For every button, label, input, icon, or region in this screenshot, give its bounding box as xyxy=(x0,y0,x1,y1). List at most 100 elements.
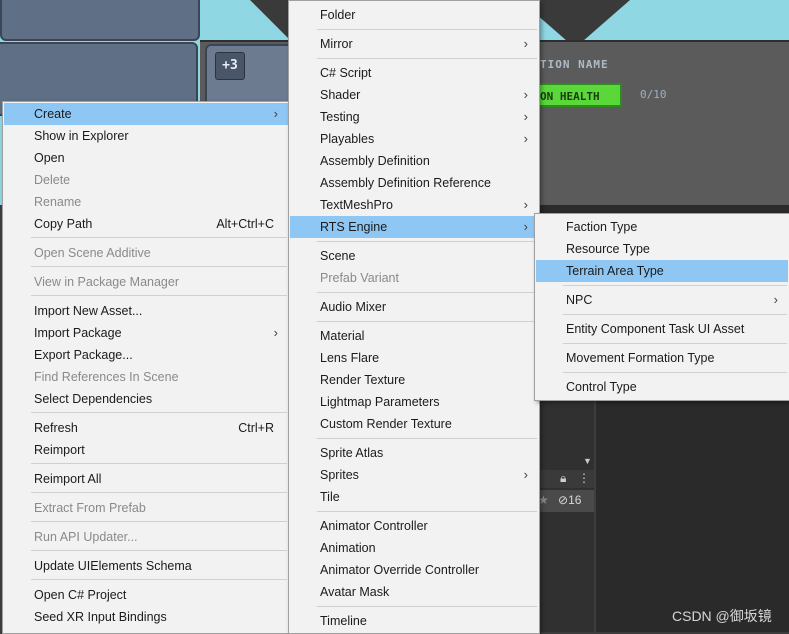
menu-separator xyxy=(31,521,287,522)
menu-item-run-api-updater: Run API Updater... xyxy=(34,530,138,544)
menu-item-refresh[interactable]: Refresh Ctrl+R xyxy=(4,417,288,439)
menu-item-textmeshpro[interactable]: TextMeshPro › xyxy=(290,194,538,216)
menu-item-control-type[interactable]: Control Type xyxy=(536,376,788,398)
chevron-right-icon: › xyxy=(523,36,528,51)
faction-name-label: TION NAME xyxy=(540,58,609,71)
menu-separator xyxy=(31,295,287,296)
context-menu: Create › Show in Explorer Open Delete Ren… xyxy=(2,101,290,634)
editor-panel xyxy=(596,398,789,632)
menu-item-terrain-area-type[interactable]: Terrain Area Type xyxy=(536,260,788,282)
menu-item-mirror[interactable]: Mirror › xyxy=(290,33,538,55)
menu-item-assembly-definition[interactable]: Assembly Definition xyxy=(290,150,538,172)
menu-item-animator-override-controller[interactable]: Animator Override Controller xyxy=(290,559,538,581)
menu-item-assembly-definition-reference[interactable]: Assembly Definition Reference xyxy=(290,172,538,194)
health-bar: ON HEALTH xyxy=(538,83,622,107)
menu-item-prefab-variant: Prefab Variant xyxy=(320,271,399,285)
menu-item-shader[interactable]: Shader › xyxy=(290,84,538,106)
menu-item-tile[interactable]: Tile xyxy=(290,486,538,508)
menu-item-material[interactable]: Material xyxy=(290,325,538,347)
menu-item-lens-flare[interactable]: Lens Flare xyxy=(290,347,538,369)
lock-icon[interactable]: 🔒︎ xyxy=(560,471,566,486)
menu-item-faction-type[interactable]: Faction Type xyxy=(536,216,788,238)
hidden-eye-icon[interactable]: ⊘16 xyxy=(558,493,581,507)
menu-item-reimport[interactable]: Reimport xyxy=(4,439,288,461)
menu-separator xyxy=(317,241,537,242)
chevron-right-icon: › xyxy=(523,197,528,212)
menu-item-audio-mixer[interactable]: Audio Mixer xyxy=(290,296,538,318)
menu-item-reimport-all[interactable]: Reimport All xyxy=(4,468,288,490)
menu-item-timeline[interactable]: Timeline xyxy=(290,610,538,632)
menu-item-copy-path[interactable]: Copy Path Alt+Ctrl+C xyxy=(4,213,288,235)
scroll-down-icon[interactable]: ▼ xyxy=(583,456,592,466)
hidden-count: 16 xyxy=(568,493,582,507)
shortcut-label: Alt+Ctrl+C xyxy=(216,217,274,231)
menu-item-open-scene-additive: Open Scene Additive xyxy=(34,246,151,260)
menu-item-extract-from-prefab: Extract From Prefab xyxy=(34,501,146,515)
panel-header: 🔒︎ ⋮ xyxy=(538,470,594,488)
menu-item-csharp-script[interactable]: C# Script xyxy=(290,62,538,84)
menu-item-resource-type[interactable]: Resource Type xyxy=(536,238,788,260)
menu-item-view-in-package-manager: View in Package Manager xyxy=(34,275,179,289)
menu-item-rts-engine[interactable]: RTS Engine › xyxy=(290,216,538,238)
menu-item-select-dependencies[interactable]: Select Dependencies xyxy=(4,388,288,410)
menu-item-update-uielements-schema[interactable]: Update UIElements Schema xyxy=(4,555,288,577)
menu-separator xyxy=(563,372,787,373)
shortcut-label: Ctrl+R xyxy=(238,421,274,435)
menu-separator xyxy=(31,579,287,580)
menu-separator xyxy=(31,550,287,551)
create-submenu: Folder Mirror › C# Script Shader › Testing… xyxy=(288,0,540,634)
menu-item-npc[interactable]: NPC › xyxy=(536,289,788,311)
menu-separator xyxy=(31,492,287,493)
menu-separator xyxy=(317,511,537,512)
ui-tile xyxy=(0,0,200,41)
menu-separator xyxy=(563,285,787,286)
menu-separator xyxy=(31,463,287,464)
chevron-right-icon: › xyxy=(523,109,528,124)
chevron-right-icon: › xyxy=(773,292,778,307)
menu-separator xyxy=(31,412,287,413)
more-options-icon[interactable]: ⋮ xyxy=(578,471,590,485)
health-count: 0/10 xyxy=(640,88,667,101)
menu-separator xyxy=(317,292,537,293)
menu-item-seed-xr-input-bindings[interactable]: Seed XR Input Bindings xyxy=(4,606,288,628)
menu-item-animation[interactable]: Animation xyxy=(290,537,538,559)
rts-engine-submenu: Faction Type Resource Type Terrain Area … xyxy=(534,213,789,401)
menu-item-scene[interactable]: Scene xyxy=(290,245,538,267)
menu-item-import-package[interactable]: Import Package › xyxy=(4,322,288,344)
menu-item-open-csharp-project[interactable]: Open C# Project xyxy=(4,584,288,606)
menu-separator xyxy=(31,266,287,267)
menu-item-sprite-atlas[interactable]: Sprite Atlas xyxy=(290,442,538,464)
menu-item-create[interactable]: Create › xyxy=(4,103,288,125)
menu-item-custom-render-texture[interactable]: Custom Render Texture xyxy=(290,413,538,435)
watermark: CSDN @御坂镜 xyxy=(672,608,772,624)
chevron-right-icon: › xyxy=(273,106,278,121)
menu-item-playables[interactable]: Playables › xyxy=(290,128,538,150)
menu-item-animator-controller[interactable]: Animator Controller xyxy=(290,515,538,537)
chevron-right-icon: › xyxy=(523,219,528,234)
menu-separator xyxy=(563,314,787,315)
menu-separator xyxy=(317,58,537,59)
menu-item-show-in-explorer[interactable]: Show in Explorer xyxy=(4,125,288,147)
panel-toolbar: ★ ⊘16 xyxy=(538,490,594,512)
menu-item-entity-component-task-ui-asset[interactable]: Entity Component Task UI Asset xyxy=(536,318,788,340)
chevron-right-icon: › xyxy=(273,325,278,340)
menu-item-export-package[interactable]: Export Package... xyxy=(4,344,288,366)
menu-separator xyxy=(31,237,287,238)
editor-panel xyxy=(538,398,594,632)
menu-separator xyxy=(317,606,537,607)
chevron-right-icon: › xyxy=(523,131,528,146)
menu-item-open[interactable]: Open xyxy=(4,147,288,169)
menu-item-avatar-mask[interactable]: Avatar Mask xyxy=(290,581,538,603)
menu-item-lightmap-parameters[interactable]: Lightmap Parameters xyxy=(290,391,538,413)
menu-item-rename: Rename xyxy=(34,195,82,209)
menu-item-sprites[interactable]: Sprites › xyxy=(290,464,538,486)
menu-item-delete: Delete xyxy=(34,173,71,187)
menu-item-render-texture[interactable]: Render Texture xyxy=(290,369,538,391)
menu-separator xyxy=(317,29,537,30)
menu-item-import-new-asset[interactable]: Import New Asset... xyxy=(4,300,288,322)
chevron-right-icon: › xyxy=(523,467,528,482)
menu-item-folder[interactable]: Folder xyxy=(290,4,538,26)
menu-item-testing[interactable]: Testing › xyxy=(290,106,538,128)
menu-item-movement-formation-type[interactable]: Movement Formation Type xyxy=(536,347,788,369)
menu-separator xyxy=(317,321,537,322)
